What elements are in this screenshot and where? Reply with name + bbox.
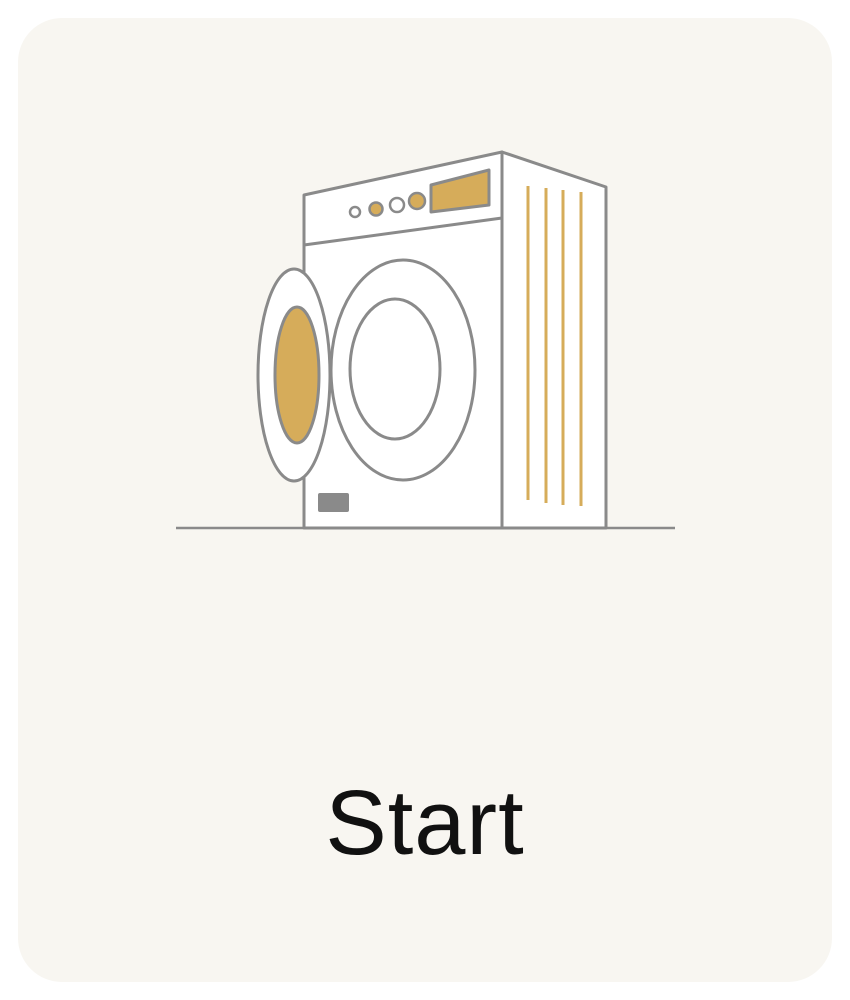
drum-inner (348, 297, 442, 441)
machine-side-panel (500, 150, 608, 530)
knob-icon (368, 201, 384, 217)
washing-machine-icon (176, 150, 675, 530)
knob-icon (388, 196, 406, 214)
knob-icon (348, 205, 362, 219)
knob-icon (407, 191, 427, 211)
filter-hatch (318, 493, 349, 512)
door-glass (273, 305, 321, 445)
start-label: Start (325, 772, 525, 874)
